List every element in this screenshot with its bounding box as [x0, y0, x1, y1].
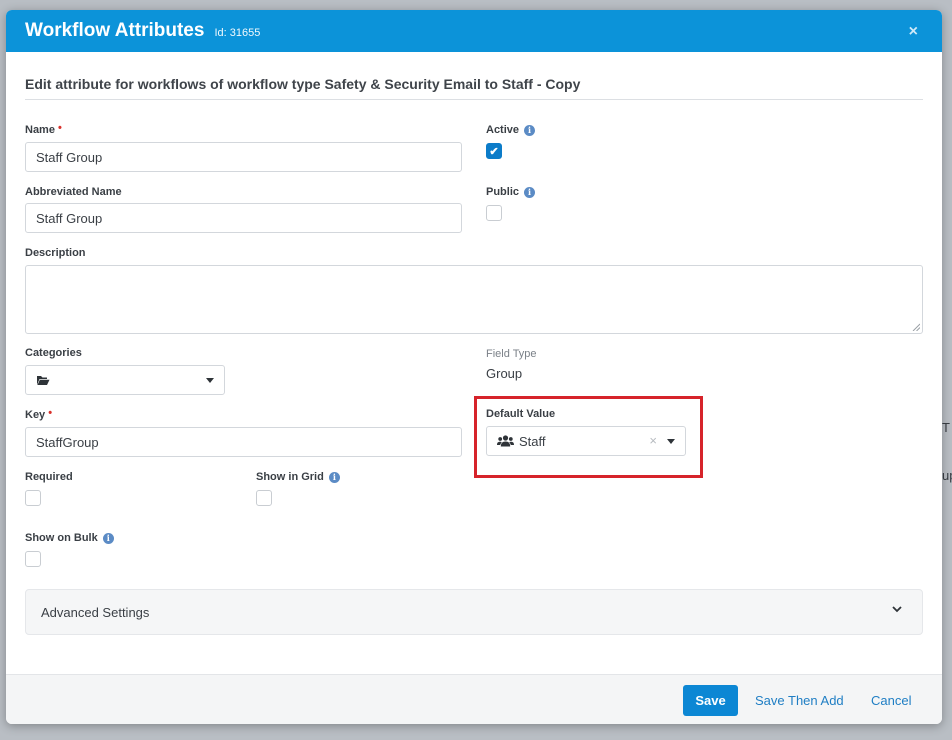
background-fragment: up [942, 468, 952, 483]
required-label-text: Required [25, 471, 73, 483]
description-label-text: Description [25, 247, 86, 259]
save-then-add-button[interactable]: Save Then Add [755, 693, 844, 708]
show-on-bulk-label: Show on Bulk i [25, 532, 114, 544]
public-label-text: Public [486, 186, 520, 198]
description-textarea[interactable] [25, 265, 923, 334]
folder-open-icon [37, 375, 50, 385]
key-input-value: StaffGroup [36, 434, 99, 450]
name-input-value: Staff Group [36, 149, 103, 165]
divider [25, 99, 923, 100]
name-label: Name • [25, 121, 62, 137]
categories-label-text: Categories [25, 347, 82, 359]
show-on-bulk-checkbox[interactable] [25, 551, 41, 567]
abbreviated-name-label: Abbreviated Name [25, 186, 122, 198]
required-marker: • [57, 121, 62, 134]
key-label: Key • [25, 406, 53, 422]
name-label-text: Name [25, 124, 55, 136]
modal-id: Id: 31655 [214, 26, 261, 39]
required-marker: • [48, 406, 53, 419]
public-checkbox[interactable] [486, 205, 502, 221]
chevron-down-icon [206, 378, 214, 383]
public-label: Public i [486, 186, 536, 198]
show-in-grid-checkbox[interactable] [256, 490, 272, 506]
info-icon[interactable]: i [524, 124, 536, 136]
modal-subtitle: Edit attribute for workflows of workflow… [25, 76, 581, 92]
description-label: Description [25, 247, 86, 259]
show-in-grid-label-text: Show in Grid [256, 471, 324, 483]
background-fragment: T [942, 420, 950, 435]
modal-title: Workflow Attributes [25, 20, 205, 41]
chevron-down-icon [892, 606, 902, 613]
active-checkbox[interactable]: ✔ [486, 143, 502, 159]
abbreviated-name-label-text: Abbreviated Name [25, 186, 122, 198]
close-icon[interactable]: × [909, 23, 918, 41]
required-label: Required [25, 471, 73, 483]
active-label: Active i [486, 124, 536, 136]
cancel-button[interactable]: Cancel [871, 693, 911, 708]
info-icon[interactable]: i [524, 186, 536, 198]
save-button[interactable]: Save [683, 685, 738, 716]
modal-footer: Save Save Then Add Cancel [6, 674, 942, 724]
categories-label: Categories [25, 347, 82, 359]
field-type-label: Field Type [486, 348, 537, 360]
key-input[interactable]: StaffGroup [25, 427, 462, 457]
abbreviated-name-input[interactable]: Staff Group [25, 203, 462, 233]
active-label-text: Active [486, 124, 520, 136]
show-on-bulk-label-text: Show on Bulk [25, 532, 98, 544]
key-label-text: Key [25, 409, 46, 421]
advanced-settings-accordion[interactable]: Advanced Settings [25, 589, 923, 635]
required-checkbox[interactable] [25, 490, 41, 506]
name-input[interactable]: Staff Group [25, 142, 462, 172]
info-icon[interactable]: i [102, 532, 114, 544]
info-icon[interactable]: i [328, 471, 340, 483]
workflow-attributes-modal: Workflow Attributes Id: 31655 × Edit att… [6, 10, 942, 724]
highlight-box [474, 396, 703, 478]
categories-select[interactable] [25, 365, 225, 395]
field-type-value: Group [486, 366, 523, 381]
show-in-grid-label: Show in Grid i [256, 471, 340, 483]
abbreviated-name-input-value: Staff Group [36, 210, 103, 226]
advanced-settings-label: Advanced Settings [41, 604, 150, 620]
modal-header: Workflow Attributes Id: 31655 × [6, 10, 942, 52]
resize-handle-icon[interactable] [912, 323, 920, 331]
